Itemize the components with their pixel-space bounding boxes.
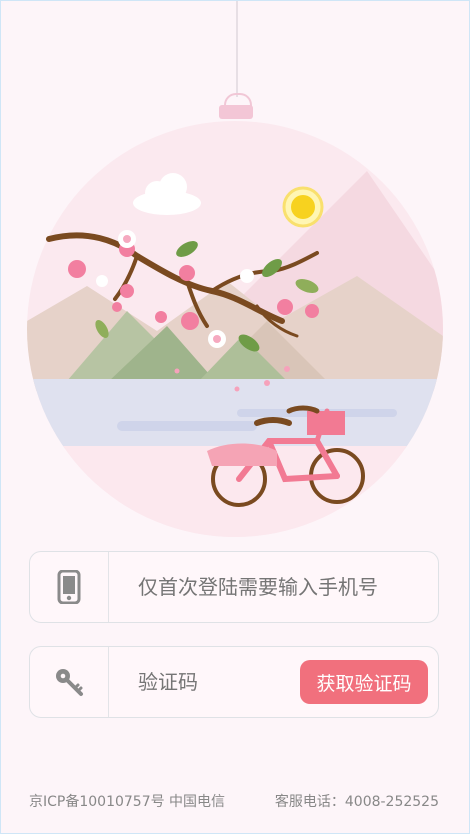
ornament-string: [236, 1, 238, 97]
icp-info: 京ICP备10010757号 中国电信: [29, 794, 226, 810]
service-hotline: 客服电话：4008-252525: [274, 794, 439, 810]
key-icon-cell: [30, 647, 109, 717]
ornament-cap: [219, 105, 253, 119]
login-page: 获取验证码 京ICP备10010757号 中国电信 客服电话：4008-2525…: [0, 0, 470, 834]
key-icon: [56, 669, 83, 696]
phone-input[interactable]: [138, 552, 418, 622]
spring-illustration: [27, 121, 443, 537]
get-code-button[interactable]: 获取验证码: [300, 660, 428, 704]
phone-icon-cell: [30, 552, 109, 622]
code-field: 获取验证码: [29, 646, 439, 718]
phone-icon: [57, 570, 81, 604]
phone-field: [29, 551, 439, 623]
